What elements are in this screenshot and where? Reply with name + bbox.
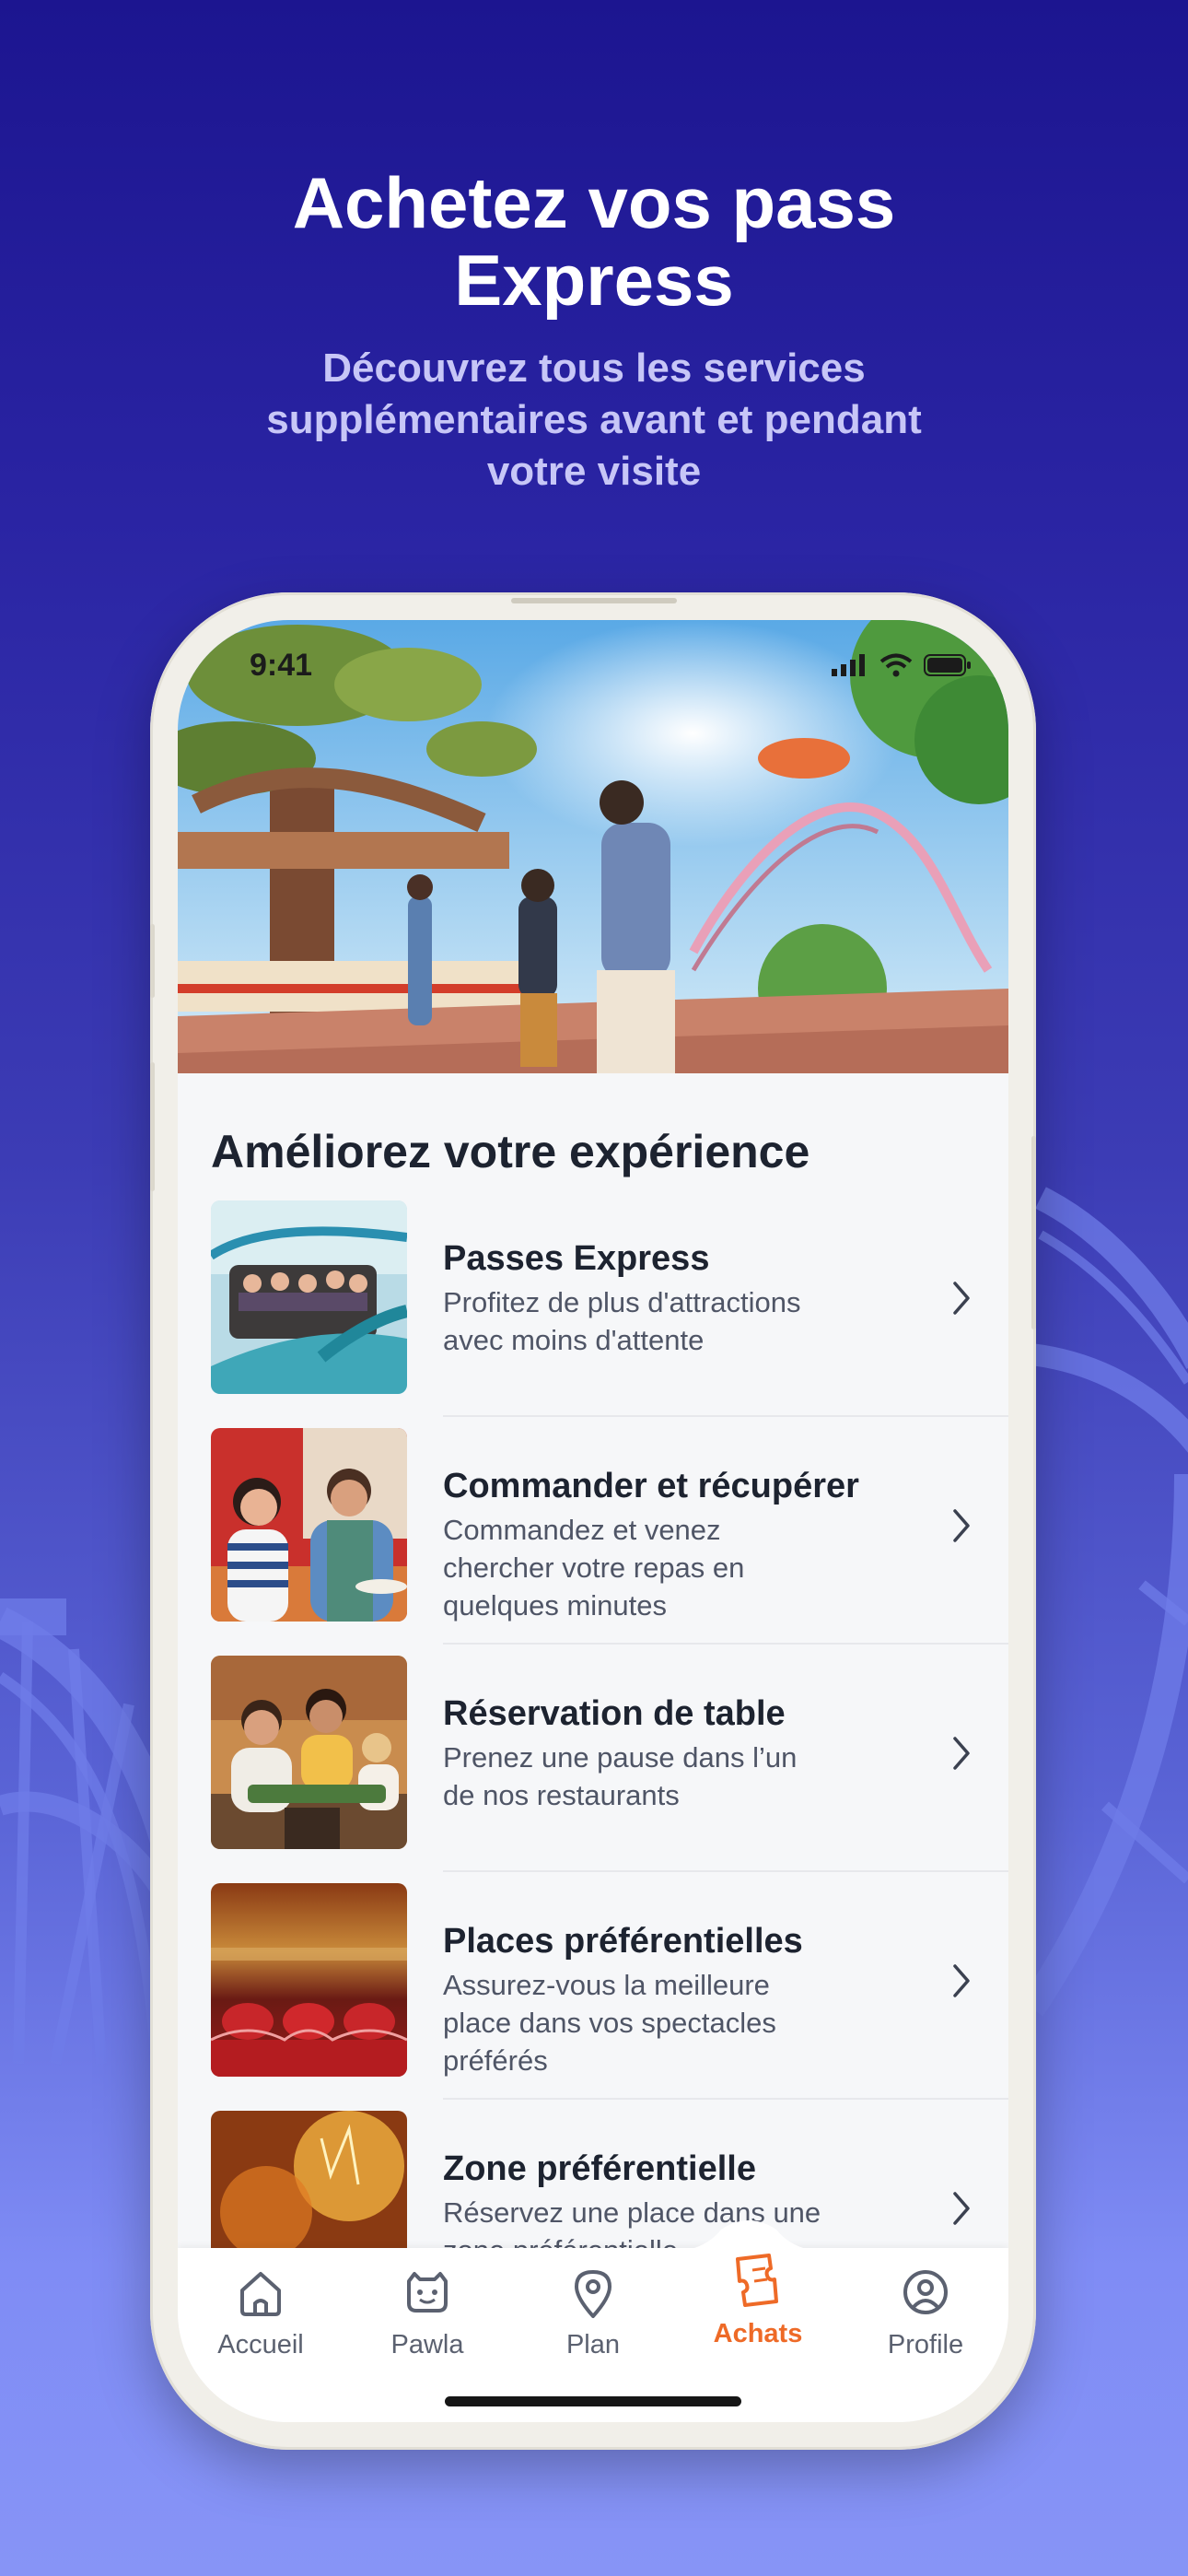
battery-icon (924, 654, 971, 676)
tab-profile[interactable]: Profile (856, 2265, 995, 2360)
commander-recuperer-desc-line2: chercher votre repas en (443, 1551, 745, 1584)
tab-achats-label: Achats (713, 2319, 803, 2348)
phone-mute-switch (150, 924, 155, 998)
zone-preferentielle-title: Zone préférentielle (443, 2149, 756, 2188)
phone-volume-up (150, 1062, 155, 1191)
tab-accueil-label: Accueil (217, 2330, 304, 2359)
passes-express-description: Profitez de plus d'attractions avec moin… (443, 1283, 922, 1359)
commander-recuperer-desc-line1: Commandez et venez (443, 1514, 721, 1546)
chevron-right-icon (953, 1282, 970, 1315)
list-divider (443, 2098, 1008, 2100)
places-preferentielles-desc-line2: place dans vos spectacles (443, 2007, 776, 2039)
tab-active-notch (657, 2220, 841, 2254)
list-divider (443, 1415, 1008, 1417)
reservation-table-text: Réservation de table Prenez une pause da… (443, 1692, 922, 1814)
commander-recuperer-title: Commander et récupérer (443, 1467, 859, 1505)
promo-title-line1: Achetez vos pass (292, 162, 896, 243)
list-divider (443, 1870, 1008, 1872)
phone-power-button (1031, 1136, 1036, 1329)
user-icon (903, 2270, 948, 2314)
places-preferentielles-description: Assurez-vous la meilleure place dans vos… (443, 1966, 922, 2079)
tickets-icon (736, 2254, 778, 2307)
status-icons (832, 653, 972, 677)
places-preferentielles-desc-line1: Assurez-vous la meilleure (443, 1969, 770, 2001)
reservation-table-desc-line1: Prenez une pause dans l’un (443, 1741, 798, 1774)
section-title: Améliorez votre expérience (211, 1126, 810, 1177)
reservation-table-desc-line2: de nos restaurants (443, 1779, 680, 1811)
places-preferentielles-thumbnail (211, 1883, 407, 2077)
tab-accueil[interactable]: Accueil (192, 2265, 330, 2360)
places-preferentielles-desc-line3: préférés (443, 2044, 548, 2077)
list-divider (443, 1643, 1008, 1645)
chevron-right-icon (953, 1509, 970, 1542)
promo-title: Achetez vos pass Express (0, 164, 1188, 319)
chevron-right-icon (953, 2192, 970, 2225)
chevron-right-icon (953, 1964, 970, 1997)
chevron-right-icon (953, 1737, 970, 1770)
commander-recuperer-description: Commandez et venez chercher votre repas … (443, 1511, 922, 1624)
hero-image (178, 620, 1008, 1073)
phone-mockup: 9:41 Améliorez votre expérience Passes E… (150, 592, 1036, 2450)
promo-subtitle-line2: supplémentaires avant et pendant (266, 397, 922, 442)
promo-subtitle-line3: votre visite (486, 449, 702, 494)
tab-profile-label: Profile (887, 2330, 964, 2359)
reservation-table-description: Prenez une pause dans l’un de nos restau… (443, 1739, 922, 1814)
phone-speaker (511, 598, 677, 603)
promo-subtitle: Découvrez tous les services supplémentai… (198, 343, 990, 498)
app-screen: 9:41 Améliorez votre expérience Passes E… (178, 620, 1008, 2422)
passes-express-desc-line2: avec moins d'attente (443, 1324, 705, 1356)
home-icon (240, 2272, 281, 2316)
passes-express-text: Passes Express Profitez de plus d'attrac… (443, 1237, 922, 1359)
list-item-places-preferentielles[interactable]: Places préférentielles Assurez-vous la m… (178, 1883, 1008, 2111)
places-preferentielles-text: Places préférentielles Assurez-vous la m… (443, 1920, 922, 2079)
commander-recuperer-thumbnail (211, 1428, 407, 1622)
home-indicator[interactable] (445, 2396, 741, 2406)
places-preferentielles-title: Places préférentielles (443, 1922, 803, 1961)
status-time: 9:41 (250, 648, 313, 683)
tab-pawla-label: Pawla (390, 2330, 464, 2359)
commander-recuperer-text: Commander et récupérer Commandez et vene… (443, 1465, 922, 1624)
signal-icon (832, 654, 865, 676)
reservation-table-thumbnail (211, 1656, 407, 1849)
commander-recuperer-desc-line3: quelques minutes (443, 1589, 667, 1622)
map-pin-icon (575, 2270, 611, 2318)
tab-plan[interactable]: Plan (524, 2265, 662, 2360)
list-item-passes-express[interactable]: Passes Express Profitez de plus d'attrac… (178, 1200, 1008, 1428)
tab-achats[interactable]: Achats (689, 2254, 827, 2349)
reservation-table-title: Réservation de table (443, 1694, 786, 1733)
promo-subtitle-line1: Découvrez tous les services (322, 345, 866, 391)
list-item-reservation-table[interactable]: Réservation de table Prenez une pause da… (178, 1656, 1008, 1883)
promo-title-line2: Express (454, 240, 734, 321)
passes-express-title: Passes Express (443, 1239, 710, 1278)
wifi-icon (879, 653, 913, 677)
mascot-icon (407, 2272, 448, 2313)
passes-express-thumbnail (211, 1200, 407, 1394)
tab-plan-label: Plan (565, 2330, 621, 2359)
services-list: Passes Express Profitez de plus d'attrac… (178, 1200, 1008, 2338)
tab-pawla[interactable]: Pawla (358, 2265, 496, 2360)
passes-express-desc-line1: Profitez de plus d'attractions (443, 1286, 801, 1318)
list-item-commander-recuperer[interactable]: Commander et récupérer Commandez et vene… (178, 1428, 1008, 1656)
